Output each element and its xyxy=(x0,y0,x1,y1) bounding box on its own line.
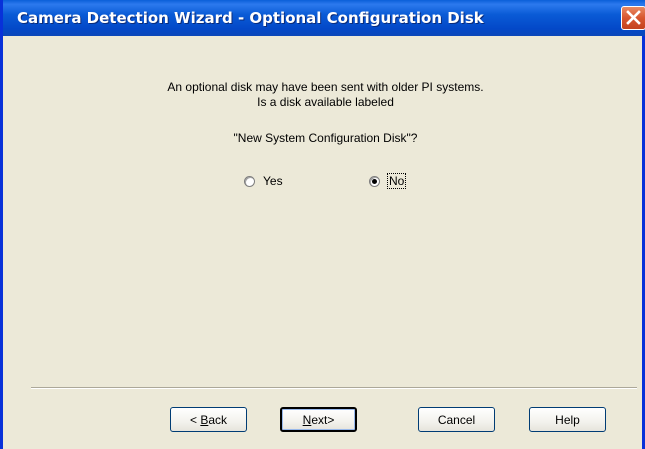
back-mnemonic: B xyxy=(200,412,209,427)
close-icon xyxy=(626,10,641,25)
radio-no[interactable]: No xyxy=(369,173,407,189)
message-question: "New System Configuration Disk"? xyxy=(233,131,418,145)
next-button[interactable]: Next > xyxy=(280,407,357,432)
back-label: ack xyxy=(208,412,228,427)
window-title: Camera Detection Wizard - Optional Confi… xyxy=(17,9,484,27)
wizard-body: An optional disk may have been sent with… xyxy=(3,36,645,449)
message-line-1: An optional disk may have been sent with… xyxy=(167,80,484,94)
next-arrow: > xyxy=(327,412,335,427)
back-arrow: < xyxy=(189,412,197,427)
help-button[interactable]: Help xyxy=(529,407,606,432)
back-button[interactable]: < Back xyxy=(170,407,247,432)
radio-yes-label[interactable]: Yes xyxy=(263,174,283,188)
title-bar[interactable]: Camera Detection Wizard - Optional Confi… xyxy=(3,0,645,36)
next-label: ext xyxy=(311,412,328,427)
radio-no-label[interactable]: No xyxy=(386,173,407,189)
radio-yes[interactable]: Yes xyxy=(244,173,283,189)
next-mnemonic: N xyxy=(302,412,312,427)
wizard-window: Camera Detection Wizard - Optional Confi… xyxy=(0,0,645,449)
radio-no-circle[interactable] xyxy=(369,175,380,187)
message-line-2: Is a disk available labeled xyxy=(257,95,394,109)
radio-yes-circle[interactable] xyxy=(244,175,255,187)
button-separator xyxy=(31,387,637,389)
close-button[interactable] xyxy=(621,6,645,30)
cancel-button[interactable]: Cancel xyxy=(418,407,495,432)
